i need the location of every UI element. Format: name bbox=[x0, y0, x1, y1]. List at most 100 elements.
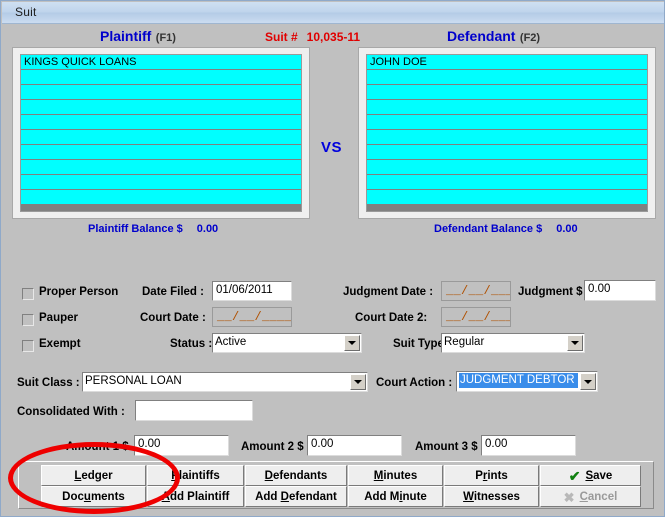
plaintiffs-button-rest: laintiffs bbox=[178, 470, 220, 482]
date-filed-label: Date Filed : bbox=[142, 286, 204, 298]
defendants-button[interactable]: Defendants bbox=[245, 465, 347, 486]
list-item[interactable] bbox=[21, 70, 301, 85]
court-date2-input[interactable]: __/__/____ bbox=[441, 307, 511, 327]
exempt-checkbox[interactable] bbox=[22, 340, 34, 352]
plaintiff-balance-value: 0.00 bbox=[196, 223, 219, 235]
court-action-value: JUDGMENT DEBTOR bbox=[459, 373, 578, 388]
list-item[interactable] bbox=[367, 100, 647, 115]
pauper-label: Pauper bbox=[39, 312, 78, 324]
suit-type-select[interactable]: Regular bbox=[441, 333, 585, 353]
plaintiffs-button[interactable]: Plaintiffs bbox=[147, 465, 244, 486]
list-item[interactable] bbox=[21, 145, 301, 160]
list-item[interactable] bbox=[21, 100, 301, 115]
list-item[interactable] bbox=[21, 190, 301, 204]
defendant-balance-label: Defendant Balance $ bbox=[434, 223, 543, 235]
list-item[interactable] bbox=[21, 130, 301, 145]
defendant-list[interactable]: JOHN DOE bbox=[366, 54, 648, 212]
suit-form: Proper Person Pauper Exempt Date Filed :… bbox=[6, 240, 661, 456]
amount3-input[interactable]: 0.00 bbox=[481, 435, 576, 456]
plaintiff-header: Plaintiff (F1) bbox=[100, 28, 176, 46]
cancel-button: ✖ Cancel bbox=[540, 486, 641, 507]
court-action-select[interactable]: JUDGMENT DEBTOR bbox=[456, 371, 598, 392]
witnesses-button-rest: itnesses bbox=[473, 491, 520, 503]
defendant-balance: Defendant Balance $ 0.00 bbox=[434, 223, 578, 235]
chevron-down-icon[interactable] bbox=[567, 335, 583, 351]
defendant-header-label: Defendant bbox=[447, 28, 516, 44]
consolidated-with-label: Consolidated With : bbox=[17, 406, 125, 418]
add-minute-button[interactable]: Add Minute bbox=[348, 486, 443, 507]
status-label: Status : bbox=[170, 338, 213, 350]
cancel-x-icon: ✖ bbox=[563, 490, 575, 505]
ledger-button[interactable]: Ledger bbox=[41, 465, 146, 486]
list-item[interactable] bbox=[21, 160, 301, 175]
prints-button[interactable]: Prints bbox=[444, 465, 539, 486]
add-defendant-button[interactable]: Add Defendant bbox=[245, 486, 347, 507]
list-item[interactable] bbox=[21, 115, 301, 130]
window-client-area: Plaintiff (F1) Suit # 10,035-11 Defendant… bbox=[6, 24, 661, 513]
add-defendant-button-rest: efendant bbox=[288, 491, 337, 503]
list-item[interactable] bbox=[367, 130, 647, 145]
list-item[interactable]: JOHN DOE bbox=[367, 55, 647, 70]
suit-class-select[interactable]: PERSONAL LOAN bbox=[82, 372, 368, 392]
add-plaintiff-button-rest: dd Plaintiff bbox=[169, 491, 230, 503]
cancel-button-rest: ancel bbox=[587, 491, 618, 503]
judgment-date-label: Judgment Date : bbox=[343, 286, 434, 298]
list-item[interactable] bbox=[367, 175, 647, 190]
chevron-down-icon[interactable] bbox=[344, 335, 360, 351]
status-select[interactable]: Active bbox=[212, 333, 362, 353]
plaintiff-list-panel: KINGS QUICK LOANS bbox=[12, 47, 310, 219]
consolidated-with-input[interactable] bbox=[135, 400, 253, 421]
parties-header: Plaintiff (F1) Suit # 10,035-11 Defendant… bbox=[12, 28, 655, 48]
list-item[interactable] bbox=[367, 145, 647, 160]
suit-number-value: 10,035-11 bbox=[306, 30, 361, 44]
prints-button-rest: ints bbox=[487, 470, 508, 482]
defendant-header: Defendant (F2) bbox=[447, 28, 540, 46]
amount2-input[interactable]: 0.00 bbox=[307, 435, 402, 456]
check-icon: ✔ bbox=[568, 468, 581, 484]
list-item[interactable] bbox=[367, 85, 647, 100]
save-button-rest: ave bbox=[593, 470, 613, 482]
chevron-down-icon[interactable] bbox=[350, 374, 366, 390]
list-item[interactable] bbox=[367, 115, 647, 130]
proper-person-checkbox[interactable] bbox=[22, 288, 34, 300]
witnesses-button[interactable]: Witnesses bbox=[444, 486, 539, 507]
court-date-input[interactable]: __/__/____ bbox=[212, 307, 292, 327]
ledger-button-rest: edger bbox=[81, 470, 113, 482]
plaintiff-balance: Plaintiff Balance $ 0.00 bbox=[88, 223, 218, 235]
pauper-checkbox[interactable] bbox=[22, 314, 34, 326]
save-button[interactable]: ✔ Save bbox=[540, 465, 641, 486]
amount3-label: Amount 3 $ bbox=[415, 441, 478, 453]
plaintiff-balance-label: Plaintiff Balance $ bbox=[88, 223, 183, 235]
documents-button[interactable]: Documents bbox=[41, 486, 146, 507]
court-date-label: Court Date : bbox=[140, 312, 206, 324]
documents-button-rest: ments bbox=[90, 491, 125, 503]
defendant-header-key: (F2) bbox=[519, 32, 541, 44]
judgment-amount-input[interactable]: 0.00 bbox=[584, 280, 656, 301]
plaintiff-header-key: (F1) bbox=[155, 32, 176, 44]
suit-class-label: Suit Class : bbox=[17, 377, 80, 389]
suit-number: Suit # 10,035-11 bbox=[265, 30, 360, 44]
minutes-button-rest: inutes bbox=[383, 470, 418, 482]
list-item[interactable] bbox=[21, 175, 301, 190]
list-item[interactable] bbox=[367, 70, 647, 85]
plaintiff-header-label: Plaintiff bbox=[100, 28, 152, 44]
list-item[interactable] bbox=[367, 190, 647, 204]
plaintiff-list[interactable]: KINGS QUICK LOANS bbox=[20, 54, 302, 212]
proper-person-label: Proper Person bbox=[39, 286, 119, 298]
window-titlebar: Suit bbox=[2, 2, 664, 24]
date-filed-input[interactable]: 01/06/2011 bbox=[212, 281, 292, 301]
add-plaintiff-button[interactable]: Add Plaintiff bbox=[147, 486, 244, 507]
minutes-button[interactable]: Minutes bbox=[348, 465, 443, 486]
judgment-date-input[interactable]: __/__/____ bbox=[441, 281, 511, 301]
exempt-label: Exempt bbox=[39, 338, 81, 350]
suit-window: Suit Plaintiff (F1) Suit # 10,035-11 Defe… bbox=[0, 0, 665, 517]
suit-type-value: Regular bbox=[444, 336, 485, 348]
amount1-input[interactable]: 0.00 bbox=[134, 435, 229, 456]
list-item[interactable] bbox=[21, 85, 301, 100]
suit-class-value: PERSONAL LOAN bbox=[85, 375, 182, 387]
add-minute-button-rest: nute bbox=[402, 491, 427, 503]
list-item[interactable]: KINGS QUICK LOANS bbox=[21, 55, 301, 70]
defendant-balance-value: 0.00 bbox=[556, 223, 578, 235]
chevron-down-icon[interactable] bbox=[580, 373, 596, 390]
list-item[interactable] bbox=[367, 160, 647, 175]
